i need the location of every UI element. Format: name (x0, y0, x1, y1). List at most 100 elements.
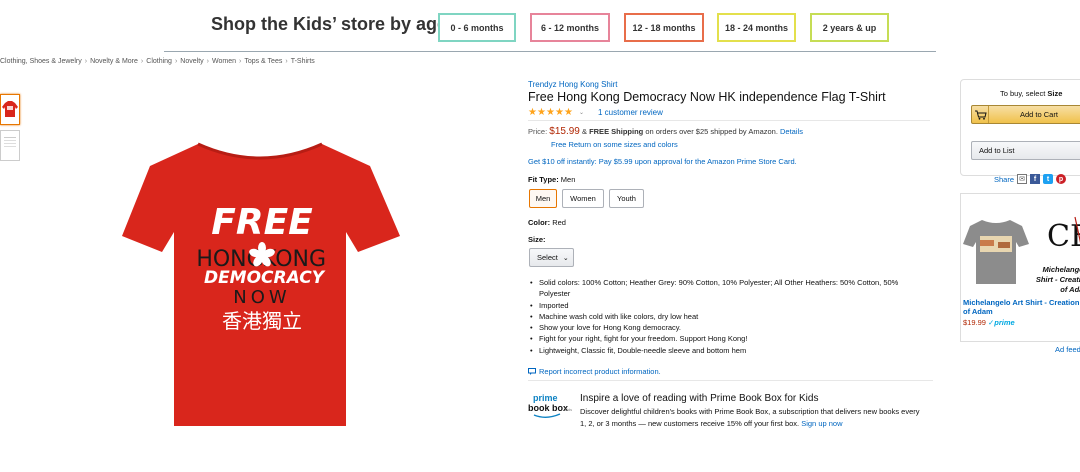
ad-product-title-link[interactable]: Michelangelo Art Shirt - Creation of Ada… (963, 298, 1080, 316)
age-button-12-18-months[interactable]: 12 - 18 months (624, 13, 704, 42)
breadcrumb-separator: › (206, 58, 209, 65)
shirt-text-free: FREE (211, 202, 313, 243)
fit-option-women[interactable]: Women (562, 189, 604, 208)
age-button-2-years-up[interactable]: 2 years & up (810, 13, 889, 42)
star-icon: ★ (555, 107, 564, 118)
buy-box-label-prefix: To buy, select (1000, 89, 1046, 98)
size-label: Size: (528, 235, 546, 244)
twitter-icon[interactable]: t (1043, 174, 1054, 184)
size-heading: Size: (528, 235, 546, 244)
shipping-amp: & (581, 127, 587, 136)
breadcrumb-item[interactable]: Clothing, Shoes & Jewelry (0, 58, 82, 65)
add-to-cart-label: Add to Cart (1020, 110, 1058, 119)
age-button-6-12-months[interactable]: 6 - 12 months (530, 13, 610, 42)
color-value: Red (552, 218, 566, 227)
feature-bullets: Solid colors: 100% Cotton; Heather Grey:… (528, 277, 928, 356)
age-label: 2 years & up (822, 22, 877, 33)
ad-product-image[interactable] (962, 216, 1030, 286)
report-label: Report incorrect product information. (539, 367, 661, 376)
breadcrumb-item[interactable]: T-Shirts (291, 58, 315, 65)
email-icon[interactable]: ✉ (1017, 174, 1028, 184)
ad-price: $19.99 (963, 318, 986, 327)
add-to-cart-button[interactable]: Add to Cart (971, 105, 1080, 124)
buy-box-label: To buy, select Size (1000, 89, 1062, 98)
divider (528, 380, 933, 381)
feature-bullet: Fight for your right, fight for your fre… (528, 333, 928, 345)
age-label: 6 - 12 months (540, 22, 599, 33)
chevron-down-icon: ⌄ (579, 110, 585, 116)
thumbnail-red-shirt[interactable] (0, 94, 20, 125)
breadcrumb-item[interactable]: Novelty (180, 58, 203, 65)
logo-kids-text: kids (565, 407, 572, 412)
review-count-link[interactable]: 1 customer review (598, 108, 663, 117)
pinterest-icon[interactable]: p (1056, 174, 1067, 184)
main-product-image[interactable]: FREE HONG KONG DEMOCRACY NOW 香港獨立 (118, 138, 403, 428)
age-label: 18 - 24 months (724, 22, 789, 33)
cart-icon (973, 106, 989, 123)
prime-badge: ✓prime (988, 318, 1015, 327)
ad-feedback-link[interactable]: Ad feedback (1055, 345, 1080, 354)
shirt-text-chinese: 香港獨立 (222, 309, 302, 333)
free-return-link[interactable]: Free Return on some sizes and colors (551, 140, 678, 149)
product-title: Free Hong Kong Democracy Now HK independ… (528, 90, 886, 104)
breadcrumb-item[interactable]: Women (212, 58, 236, 65)
breadcrumb-item[interactable]: Tops & Tees (244, 58, 282, 65)
price-row: Price: $15.99 & FREE Shipping on orders … (528, 126, 803, 137)
breadcrumb-separator: › (285, 58, 288, 65)
prime-book-box-description: Discover delightful children's books wit… (580, 406, 925, 429)
breadcrumb-item[interactable]: Clothing (146, 58, 172, 65)
report-incorrect-info-link[interactable]: Report incorrect product information. (528, 367, 661, 376)
star-icon: ★ (564, 107, 573, 118)
prime-book-box-text: Discover delightful children's books wit… (580, 407, 920, 428)
feature-bullet: Solid colors: 100% Cotton; Heather Grey:… (528, 277, 928, 300)
feature-bullet: Imported (528, 300, 928, 312)
ad-logo-text: CE (1047, 219, 1080, 254)
facebook-icon[interactable]: f (1030, 174, 1041, 184)
prime-book-box-logo: prime book box kids (528, 392, 574, 420)
breadcrumb: Clothing, Shoes & Jewelry › Novelty & More… (0, 58, 315, 65)
size-chart-thumbnail-icon (4, 137, 16, 147)
add-to-list-button[interactable]: Add to List (971, 141, 1080, 160)
shirt-text-democracy: DEMOCRACY (204, 268, 326, 288)
logo-prime-text: prime (533, 393, 558, 403)
size-select[interactable]: Select ⌄ (529, 248, 574, 267)
shirt-thumbnail-icon (2, 101, 18, 117)
shipping-details-link[interactable]: Details (780, 127, 803, 136)
prime-card-promo-link[interactable]: Get $10 off instantly: Pay $5.99 upon ap… (528, 157, 797, 166)
age-button-0-6-months[interactable]: 0 - 6 months (438, 13, 516, 42)
fit-type-value: Men (560, 175, 576, 184)
breadcrumb-separator: › (140, 58, 144, 65)
shirt-text-now: NOW (233, 287, 290, 308)
star-rating[interactable]: ★ ★ ★ ★ ★ ⌄ (528, 107, 585, 118)
banner-divider (164, 51, 936, 52)
price-value: $15.99 (549, 126, 580, 137)
breadcrumb-separator: › (238, 58, 242, 65)
fit-option-men[interactable]: Men (529, 189, 557, 208)
buy-box-label-size: Size (1047, 89, 1063, 98)
feature-bullet: Show your love for Hong Kong democracy. (528, 322, 928, 334)
breadcrumb-separator: › (174, 58, 178, 65)
feature-bullet: Lightweight, Classic fit, Double-needle … (528, 345, 928, 357)
breadcrumb-item[interactable]: Novelty & More (90, 58, 138, 65)
color-row: Color: Red (528, 218, 566, 227)
fit-option-youth[interactable]: Youth (609, 189, 644, 208)
color-label: Color: (528, 218, 551, 227)
sign-up-now-link[interactable]: Sign up now (801, 419, 842, 428)
chevron-down-icon: ⌄ (562, 254, 569, 262)
share-label[interactable]: Share (994, 175, 1014, 184)
age-banner: Shop the Kids’ store by age 0 - 6 months… (0, 0, 1080, 54)
age-button-18-24-months[interactable]: 18 - 24 months (717, 13, 796, 42)
size-select-value: Select (537, 253, 558, 262)
logo-book-box-text: book box (528, 403, 568, 413)
fit-type-label: Fit Type: Men (528, 175, 575, 184)
ad-brand-logo: CE (1045, 212, 1080, 258)
age-label: 12 - 18 months (632, 22, 696, 33)
feature-bullet: Machine wash cold with like colors, dry … (528, 311, 928, 323)
thumbnail-size-chart[interactable] (0, 130, 20, 161)
shipping-text: on orders over $25 shipped by Amazon. (645, 127, 778, 136)
price-label: Price: (528, 127, 548, 136)
speech-bubble-icon (528, 368, 536, 375)
ad-slogan: Michelangelo Shirt - Creation of Adam (1035, 265, 1080, 294)
brand-link[interactable]: Trendyz Hong Kong Shirt (528, 80, 618, 89)
age-label: 0 - 6 months (450, 22, 504, 33)
